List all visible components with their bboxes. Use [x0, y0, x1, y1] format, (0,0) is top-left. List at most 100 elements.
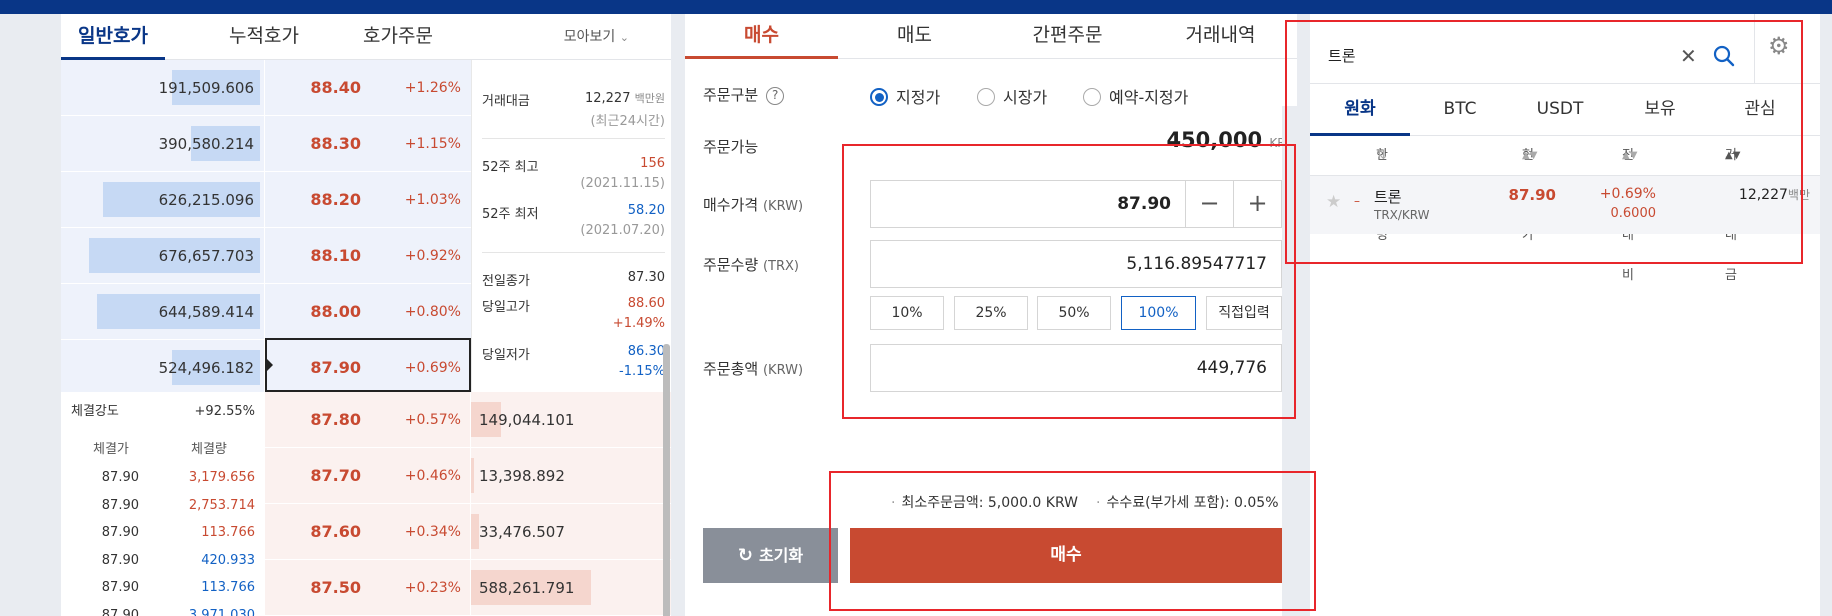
ask-change: +1.15% — [404, 136, 461, 152]
available-label: 주문가능 — [703, 138, 759, 156]
top-header-bar — [0, 0, 1832, 14]
current-price-marker — [265, 338, 471, 392]
radio-circle — [977, 88, 995, 106]
ask-row[interactable]: 390,580.214 88.30 +1.15% — [61, 116, 471, 172]
bid-change: +0.57% — [404, 412, 461, 428]
ask-volume-cell: 191,509.606 — [61, 60, 265, 116]
bid-change: +0.34% — [404, 524, 461, 540]
tab-krw[interactable]: 원화 — [1310, 84, 1410, 136]
tab-trade-history[interactable]: 거래내역 — [1144, 14, 1297, 59]
ask-volume-cell: 676,657.703 — [61, 228, 265, 284]
ask-change: +1.26% — [404, 80, 461, 96]
help-icon[interactable]: ? — [766, 87, 785, 105]
trade-row: 87.90 2,753.714 — [61, 492, 265, 519]
bid-price-cell: 87.50 +0.23% — [265, 560, 471, 616]
percent-50-button[interactable]: 50% — [1037, 296, 1111, 330]
direct-input-button[interactable]: 직접입력 — [1206, 296, 1282, 330]
sort-icon: ⇅ — [1376, 148, 1387, 163]
ask-volume-cell: 626,215.096 — [61, 172, 265, 228]
gear-icon[interactable]: ⚙ — [1768, 14, 1790, 84]
bid-row[interactable]: 87.60 +0.34% 33,476.507 — [265, 504, 671, 560]
min-order-note: 최소주문금액: 5,000.0 KRW — [891, 492, 1078, 512]
radio-market[interactable]: 시장가 — [977, 84, 1047, 108]
ask-row[interactable]: 626,215.096 88.20 +1.03% — [61, 172, 471, 228]
order-type-label: 주문구분? — [703, 84, 785, 105]
percent-10-button[interactable]: 10% — [870, 296, 944, 330]
bid-row[interactable]: 87.50 +0.23% 588,261.791 — [265, 560, 671, 616]
tab-quote-order[interactable]: 호가주문 — [338, 14, 458, 60]
clear-search-icon[interactable]: ✕ — [1680, 36, 1697, 76]
order-tabs: 매수 매도 간편주문 거래내역 — [685, 14, 1297, 59]
tab-cumulative-quote[interactable]: 누적호가 — [204, 14, 324, 60]
quantity-input[interactable]: 5,116.89547717 — [870, 240, 1282, 288]
tab-buy[interactable]: 매수 — [685, 14, 838, 59]
bid-volume-bar — [471, 514, 479, 549]
buy-button[interactable]: 매수 — [850, 528, 1282, 583]
trade-column-headers: 체결가 체결량 — [93, 442, 227, 457]
total-label: 주문총액 (KRW) — [703, 360, 804, 378]
radio-limit[interactable]: 지정가 — [870, 84, 940, 108]
bid-price: 87.70 — [310, 466, 361, 485]
trade-volume: 2,753.714 — [188, 497, 255, 513]
tab-btc[interactable]: BTC — [1410, 84, 1510, 136]
ask-change: +1.03% — [404, 192, 461, 208]
tab-favorites[interactable]: 관심 — [1710, 84, 1810, 136]
radio-reserved-limit[interactable]: 예약-지정가 — [1083, 84, 1188, 108]
ask-volume-cell: 524,496.182 — [61, 340, 265, 396]
quantity-label: 주문수량 (TRX) — [703, 256, 800, 274]
trade-price: 87.90 — [101, 470, 139, 485]
ask-price: 88.30 — [310, 134, 361, 153]
order-scrollbar[interactable] — [1282, 106, 1297, 616]
bid-price: 87.60 — [310, 522, 361, 541]
refresh-icon: ↻ — [737, 545, 753, 566]
market-row-trx[interactable]: ★ – 트론 TRX/KRW 87.90 +0.69% 0.6000 12,22… — [1310, 176, 1820, 234]
star-icon[interactable]: ★ — [1326, 192, 1341, 212]
divider — [482, 138, 665, 139]
bid-row[interactable]: 87.70 +0.46% 13,398.892 — [265, 448, 671, 504]
total-input[interactable]: 449,776 — [870, 344, 1282, 392]
ask-price-cell: 88.30 +1.15% — [265, 116, 471, 172]
search-icon[interactable] — [1712, 36, 1736, 76]
ask-price: 88.20 — [310, 190, 361, 209]
price-increase-button[interactable]: + — [1233, 181, 1281, 227]
divider — [482, 252, 665, 253]
tab-holdings[interactable]: 보유 — [1610, 84, 1710, 136]
bid-volume: 33,476.507 — [479, 523, 565, 541]
info-clipped-line: ━━━━━━━━━━━━━━━━ — [482, 68, 665, 82]
search-input[interactable]: 트론 — [1328, 36, 1356, 76]
trade-volume: 113.766 — [201, 580, 255, 595]
buy-price-input[interactable]: 87.90 − + — [870, 180, 1282, 228]
tab-simple-order[interactable]: 간편주문 — [991, 14, 1144, 59]
market-tabs: 원화 BTC USDT 보유 관심 — [1310, 84, 1820, 136]
bid-row[interactable]: 87.80 +0.57% 149,044.101 — [265, 392, 671, 448]
reset-button[interactable]: ↻ 초기화 — [703, 528, 838, 583]
bid-change: +0.46% — [404, 468, 461, 484]
tab-usdt[interactable]: USDT — [1510, 84, 1610, 136]
tab-general-quote[interactable]: 일반호가 — [61, 14, 165, 60]
ask-volume: 626,215.096 — [158, 191, 254, 209]
market-info-block: ━━━━━━━━━━━━━━━━ 거래대금 12,227 백만원 (최근24시간… — [471, 60, 671, 392]
bid-price: 87.50 — [310, 578, 361, 597]
radio-circle — [1083, 88, 1101, 106]
radio-circle — [870, 88, 888, 106]
trend-line-icon: – — [1354, 194, 1360, 208]
price-decrease-button[interactable]: − — [1185, 181, 1233, 227]
aggregate-dropdown[interactable]: 모아보기 ⌄ — [564, 14, 629, 60]
ask-change: +0.80% — [404, 304, 461, 320]
ask-row[interactable]: 644,589.414 88.00 +0.80% — [61, 284, 471, 340]
ask-price-cell: 88.20 +1.03% — [265, 172, 471, 228]
tab-sell[interactable]: 매도 — [838, 14, 991, 59]
chevron-down-icon: ⌄ — [619, 31, 629, 44]
trade-row: 87.90 3,179.656 — [61, 464, 265, 491]
bid-volume-bar — [471, 458, 474, 493]
orderbook-scrollbar[interactable] — [663, 344, 670, 616]
ask-volume-cell: 390,580.214 — [61, 116, 265, 172]
trade-row: 87.90 113.766 — [61, 519, 265, 546]
current-price-arrow-icon — [265, 357, 273, 373]
ask-row[interactable]: 676,657.703 88.10 +0.92% — [61, 228, 471, 284]
percent-25-button[interactable]: 25% — [954, 296, 1028, 330]
percent-100-button[interactable]: 100% — [1121, 296, 1196, 330]
divider — [1754, 14, 1755, 84]
trade-price: 87.90 — [101, 525, 139, 540]
ask-row[interactable]: 191,509.606 88.40 +1.26% — [61, 60, 471, 116]
